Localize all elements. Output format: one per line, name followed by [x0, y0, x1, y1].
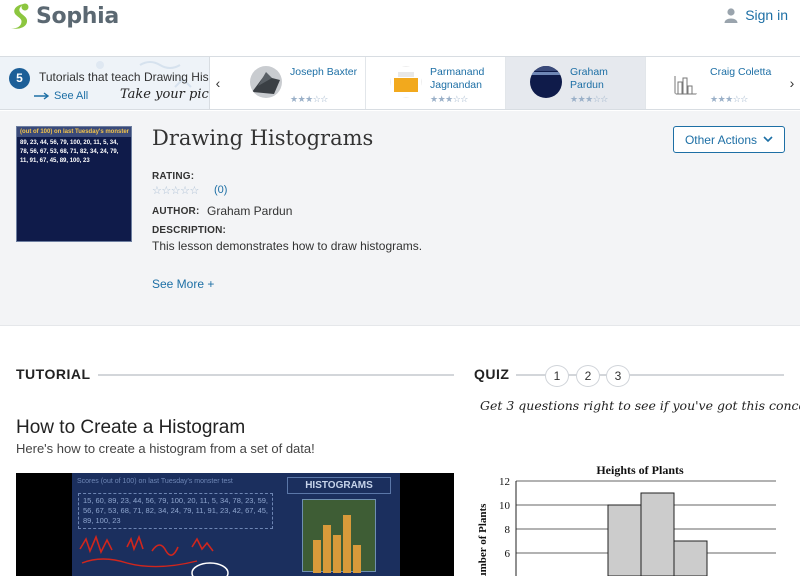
chevron-right-icon: ›: [789, 75, 795, 91]
rating-label: RATING:: [152, 171, 195, 182]
arrow-right-icon: [34, 92, 50, 100]
sign-in-label: Sign in: [745, 7, 788, 23]
tutor-rating-stars: ★★★☆☆: [710, 94, 748, 104]
strip-title: Tutorials that teach Drawing His: [39, 70, 209, 84]
tutor-name: Graham Pardun: [570, 66, 608, 91]
tutor-name: Parmanand Jagnandan: [430, 66, 485, 91]
author-label: AUTHOR:: [152, 206, 200, 217]
chart-y-ticks: 6 8 10 12: [499, 476, 511, 560]
video-title: How to Create a Histogram: [16, 417, 246, 438]
description-label: DESCRIPTION:: [152, 225, 227, 236]
avatar: [250, 66, 282, 98]
video-header-text: Scores (out of 100) on last Tuesday's mo…: [77, 478, 233, 485]
tutor-thumb-image: [530, 66, 562, 98]
sophia-logo[interactable]: Sophia: [9, 3, 119, 30]
tutorial-video-player[interactable]: Scores (out of 100) on last Tuesday's mo…: [16, 473, 454, 576]
tutor-rating-stars: ★★★☆☆: [430, 94, 468, 104]
chart-bar: [640, 492, 675, 576]
thumbnail-header: (out of 100) on last Tuesday's monster: [17, 127, 131, 137]
tutor-card-craig-coletta[interactable]: Craig Coletta ★★★☆☆: [646, 57, 784, 109]
video-subtitle: Here's how to create a histogram from a …: [16, 441, 315, 456]
video-histogram-drawing: [313, 515, 361, 573]
author-name: Graham Pardun: [207, 204, 293, 218]
rating-count: (0): [214, 184, 228, 196]
chart-title: Heights of Plants: [596, 463, 684, 477]
brand-name: Sophia: [36, 4, 119, 29]
chevron-down-icon: [763, 136, 773, 143]
other-actions-label: Other Actions: [684, 132, 758, 147]
strip-prev-button[interactable]: ‹: [212, 75, 224, 91]
chart-y-axis-label: Number of Plants: [477, 503, 489, 576]
tutor-card-graham-pardun[interactable]: Graham Pardun ★★★☆☆: [506, 57, 646, 109]
video-frame: Scores (out of 100) on last Tuesday's mo…: [72, 473, 400, 576]
chart-bar: [673, 540, 708, 576]
other-actions-button[interactable]: Other Actions: [673, 126, 785, 153]
tutor-name: Craig Coletta: [710, 66, 772, 78]
chart-bar: [607, 504, 642, 576]
lesson-description: This lesson demonstrates how to draw his…: [152, 239, 423, 253]
see-more-link[interactable]: See More +: [152, 277, 214, 291]
thumbnail-data: 89, 23, 44, 56, 79, 100, 20, 11, 5, 34, …: [20, 140, 119, 164]
sign-in-link[interactable]: Sign in: [724, 7, 788, 23]
section-divider: [98, 374, 454, 376]
quiz-hint: Get 3 questions right to see if you've g…: [480, 398, 800, 413]
sophia-logo-icon: [11, 3, 29, 29]
rating-stars[interactable]: ☆☆☆☆☆: [152, 184, 199, 197]
chart-y-tick-label: 6: [505, 548, 511, 560]
chart-y-tick-label: 8: [505, 524, 511, 536]
tutor-rating-stars: ★★★☆☆: [570, 94, 608, 104]
see-all-link[interactable]: See All: [34, 90, 88, 102]
quiz-section-label: QUIZ: [474, 366, 510, 382]
tutorial-section-label: TUTORIAL: [16, 366, 91, 382]
tutorials-summary: 5 Tutorials that teach Drawing His See A…: [0, 57, 210, 109]
take-your-pick-label: Take your pick:: [120, 87, 209, 102]
lesson-thumbnail[interactable]: (out of 100) on last Tuesday's monster 8…: [16, 126, 132, 242]
lesson-title: Drawing Histograms: [152, 126, 374, 150]
tutorial-count-badge: 5: [9, 68, 30, 89]
avatar: [670, 66, 702, 98]
tutor-name: Joseph Baxter: [290, 66, 358, 78]
video-histogram-image: [302, 499, 376, 573]
tutor-rating-stars: ★★★☆☆: [290, 94, 328, 104]
tutor-card-parmanand-jagnandan[interactable]: Parmanand Jagnandan ★★★☆☆: [366, 57, 506, 109]
tutor-thumb-image: [250, 66, 282, 98]
video-data-text: 15, 60, 89, 23, 44, 56, 79, 100, 20, 11,…: [78, 493, 273, 529]
tutor-thumb-image: [670, 66, 702, 98]
see-all-label: See All: [54, 90, 89, 102]
tutor-thumb-image: [390, 66, 422, 98]
chart-bars: [607, 492, 708, 576]
strip-next-button[interactable]: ›: [786, 75, 798, 91]
avatar: [530, 66, 562, 98]
video-handwriting-strokes: [79, 534, 229, 576]
quiz-question-1[interactable]: 1: [545, 365, 569, 387]
chart-y-tick-label: 12: [499, 476, 510, 488]
tutor-card-joseph-baxter[interactable]: Joseph Baxter ★★★☆☆: [226, 57, 366, 109]
video-board-label: HISTOGRAMS: [287, 477, 391, 494]
chevron-left-icon: ‹: [215, 75, 221, 91]
quiz-question-2[interactable]: 2: [576, 365, 600, 387]
lesson-info-panel: (out of 100) on last Tuesday's monster 8…: [0, 111, 800, 326]
avatar: [390, 66, 422, 98]
chart-y-tick-label: 10: [499, 500, 511, 512]
user-icon: [724, 7, 738, 23]
tutorial-strip: 5 Tutorials that teach Drawing His See A…: [0, 56, 800, 110]
quiz-histogram-chart: Heights of Plants Number of Plants 6 8 10 1…: [477, 463, 776, 576]
quiz-question-3[interactable]: 3: [606, 365, 630, 387]
site-header: Sophia Sign in: [0, 0, 800, 56]
